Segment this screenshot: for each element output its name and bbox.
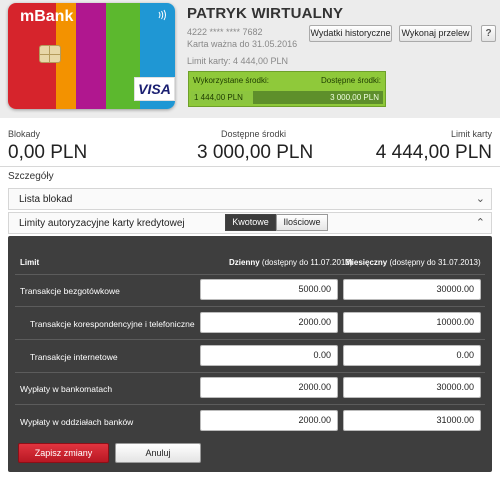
monthly-limit-branch-input[interactable]: 31000.00 [343, 410, 481, 431]
contactless-icon [158, 9, 166, 21]
card-header: mBank VISA PATRYK WIRTUALNY 4222 **** **… [0, 0, 500, 118]
row-label-moto: Transakcje korespondencyjne i telefonicz… [30, 319, 195, 329]
card-stripe-purple [76, 3, 106, 109]
daily-limit-atm-input[interactable]: 2000.00 [200, 377, 338, 398]
card-limit-text: Limit karty: 4 444,00 PLN [187, 56, 289, 66]
row-label-internet: Transakcje internetowe [30, 352, 118, 362]
credit-card-image: mBank VISA [8, 3, 175, 109]
save-changes-button[interactable]: Zapisz zmiany [18, 443, 109, 463]
column-header-daily-note: (dostępny do 11.07.2013) [261, 258, 353, 267]
used-funds-label: Wykorzystane środki: [193, 76, 269, 85]
monthly-limit-atm-input[interactable]: 30000.00 [343, 377, 481, 398]
row-label-branch: Wypłaty w oddziałach banków [20, 417, 134, 427]
column-header-limit: Limit [20, 258, 40, 267]
visa-logo: VISA [134, 77, 175, 101]
card-holder-name: PATRYK WIRTUALNY [187, 5, 344, 22]
card-brand-logo: mBank [20, 8, 74, 25]
daily-limit-branch-input[interactable]: 2000.00 [200, 410, 338, 431]
details-heading: Szczegóły [8, 171, 54, 182]
column-header-monthly-note: (dostępny do 31.07.2013) [389, 258, 481, 267]
monthly-limit-internet-input[interactable]: 0.00 [343, 345, 481, 366]
tab-amount[interactable]: Kwotowe [225, 214, 276, 231]
column-header-daily-bold: Dzienny [229, 258, 260, 267]
card-valid-until: Karta ważna do 31.05.2016 [187, 39, 298, 49]
table-separator [15, 372, 485, 373]
daily-limit-internet-input[interactable]: 0.00 [200, 345, 338, 366]
limits-panel: Limit Dzienny (dostępny do 11.07.2013) M… [8, 236, 492, 472]
chevron-up-icon: ⌃ [475, 217, 485, 229]
row-label-atm: Wypłaty w bankomatach [20, 384, 113, 394]
table-separator [15, 274, 485, 275]
help-icon[interactable]: ? [481, 25, 496, 42]
available-label: Dostępne środki [221, 129, 287, 139]
monthly-limit-cashless-input[interactable]: 30000.00 [343, 279, 481, 300]
daily-limit-cashless-input[interactable]: 5000.00 [200, 279, 338, 300]
chevron-down-icon: ⌄ [475, 193, 485, 205]
card-limit-value: 4 444,00 PLN [375, 142, 492, 163]
make-transfer-button[interactable]: Wykonaj przelew [399, 25, 472, 42]
column-header-monthly-bold: Miesięczny [345, 258, 388, 267]
daily-limit-moto-input[interactable]: 2000.00 [200, 312, 338, 333]
column-header-monthly: Miesięczny (dostępny do 31.07.2013) [345, 258, 481, 267]
divider [0, 166, 500, 167]
history-expenses-button[interactable]: Wydatki historyczne [309, 25, 392, 42]
blocks-value: 0,00 PLN [8, 142, 88, 163]
limit-usage-box: Wykorzystane środki: Dostępne środki: 1 … [188, 71, 386, 107]
chip-icon [39, 45, 61, 63]
card-limit-label: Limit karty [450, 129, 492, 139]
table-separator [15, 404, 485, 405]
table-separator [15, 339, 485, 340]
row-label-cashless: Transakcje bezgotówkowe [20, 286, 120, 296]
blocks-label: Blokady [8, 129, 41, 139]
table-separator [15, 306, 485, 307]
column-header-daily: Dzienny (dostępny do 11.07.2013) [229, 258, 353, 267]
used-funds-value: 1 444,00 PLN [194, 93, 243, 102]
available-funds-label: Dostępne środki: [320, 76, 381, 85]
available-value: 3 000,00 PLN [197, 142, 314, 163]
monthly-limit-moto-input[interactable]: 10000.00 [343, 312, 481, 333]
tab-count[interactable]: Ilościowe [276, 214, 328, 231]
cancel-button[interactable]: Anuluj [115, 443, 201, 463]
available-funds-value: 3 000,00 PLN [330, 93, 379, 102]
locks-list-label: Lista blokad [19, 194, 73, 205]
limits-title: Limity autoryzacyjne karty kredytowej [19, 218, 185, 229]
locks-list-row[interactable]: Lista blokad ⌄ [8, 188, 492, 210]
card-number: 4222 **** **** 7682 [187, 27, 263, 37]
